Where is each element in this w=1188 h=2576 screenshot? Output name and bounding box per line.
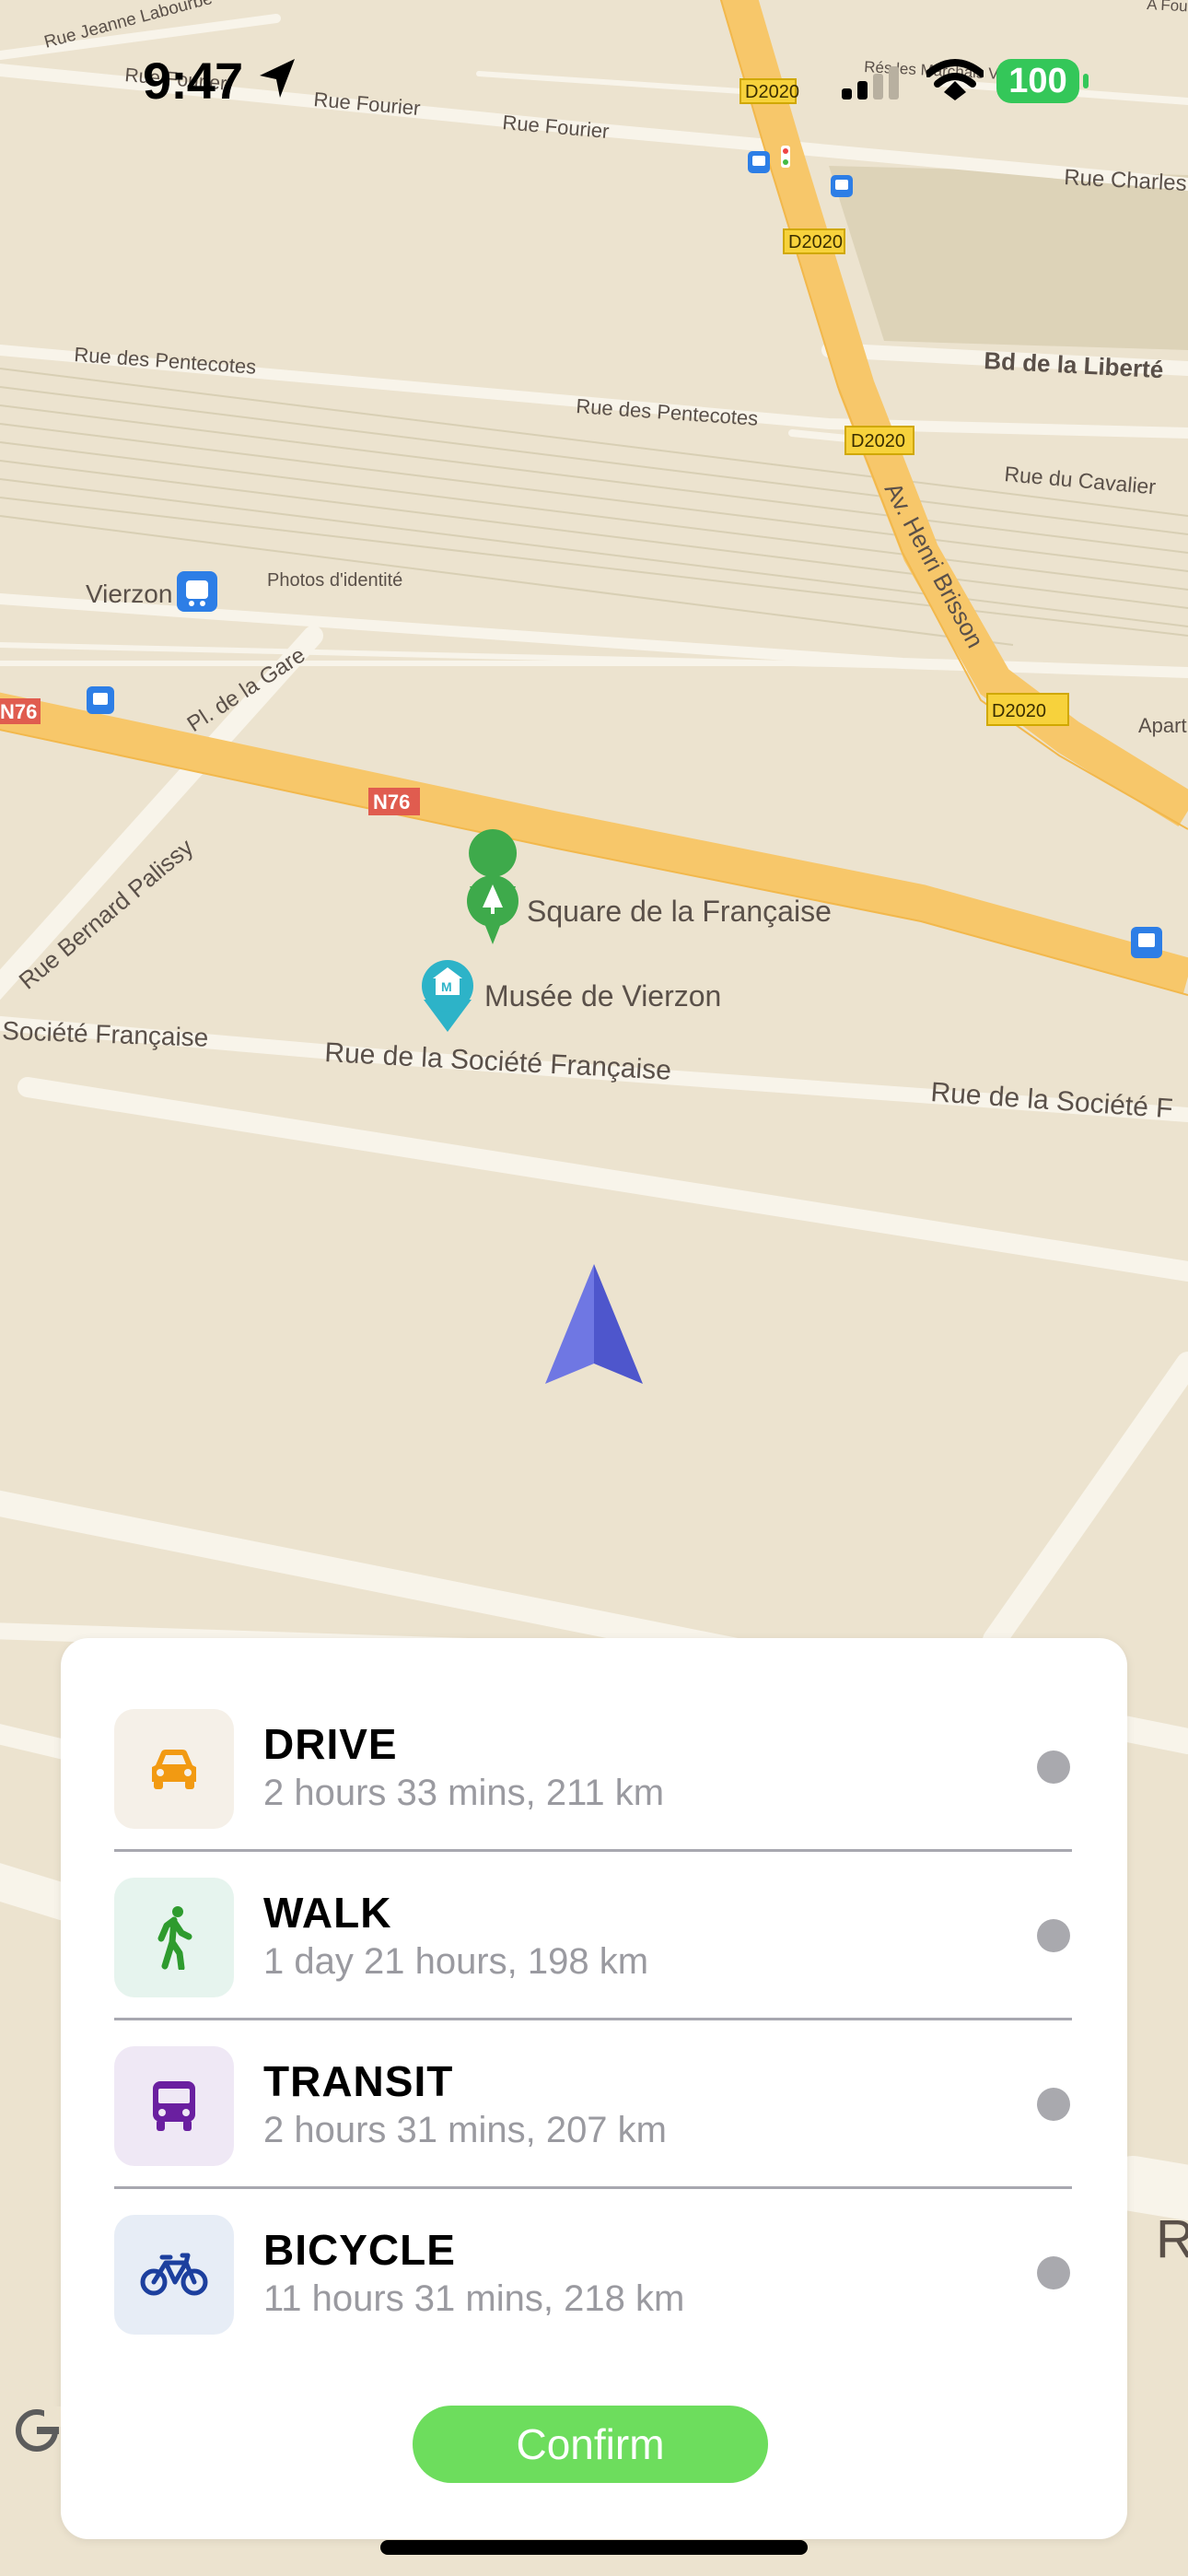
place-label-square[interactable]: Square de la Française (527, 895, 832, 928)
route-radio-button[interactable] (1037, 2256, 1070, 2289)
road-sign-d2020: D2020 (844, 426, 914, 455)
bus-stop-icon[interactable] (831, 175, 853, 197)
route-option-transit[interactable]: TRANSIT 2 hours 31 mins, 207 km (114, 2021, 1072, 2189)
road-sign-d2020: D2020 (783, 228, 845, 254)
cellular-signal-icon (842, 66, 899, 100)
route-radio-button[interactable] (1037, 1919, 1070, 1952)
road-sign-n76: N76 (368, 788, 420, 815)
route-details: 2 hours 31 mins, 207 km (263, 2110, 667, 2150)
svg-text:D2020: D2020 (788, 232, 843, 252)
row-divider (114, 2018, 1072, 2020)
route-mode-label: WALK (263, 1889, 392, 1937)
svg-text:N76: N76 (0, 700, 37, 723)
place-label-musee[interactable]: Musée de Vierzon (484, 979, 721, 1013)
route-details: 11 hours 31 mins, 218 km (263, 2278, 685, 2319)
route-mode-label: BICYCLE (263, 2226, 456, 2274)
route-option-drive[interactable]: DRIVE 2 hours 33 mins, 211 km (114, 1684, 1072, 1852)
street-label: R (1156, 2209, 1188, 2269)
status-time: 9:47 (143, 52, 243, 110)
location-arrow-icon (260, 59, 295, 98)
place-label-photos[interactable]: Photos d'identité (267, 570, 402, 591)
battery-icon: 100 (996, 59, 1079, 103)
route-option-walk[interactable]: WALK 1 day 21 hours, 198 km (114, 1853, 1072, 2020)
bus-stop-icon[interactable] (1131, 927, 1162, 958)
road-sign-n76: N76 (0, 698, 41, 724)
bus-stop-icon[interactable] (87, 686, 114, 714)
route-radio-button[interactable] (1037, 2088, 1070, 2121)
route-radio-button[interactable] (1037, 1751, 1070, 1784)
bus-icon (114, 2046, 234, 2166)
car-icon (114, 1709, 234, 1829)
home-indicator[interactable] (380, 2540, 808, 2555)
battery-tip (1083, 74, 1089, 88)
route-mode-label: DRIVE (263, 1720, 398, 1768)
confirm-button[interactable]: Confirm (413, 2406, 768, 2483)
train-station-icon[interactable] (177, 571, 217, 612)
status-bar: 9:47 100 (0, 0, 1188, 157)
svg-text:D2020: D2020 (992, 701, 1046, 721)
place-label-vierzon[interactable]: Vierzon (86, 580, 172, 608)
route-details: 1 day 21 hours, 198 km (263, 1941, 649, 1982)
user-location-arrow-icon (545, 1264, 643, 1384)
route-option-bicycle[interactable]: BICYCLE 11 hours 31 mins, 218 km (114, 2190, 1072, 2358)
row-divider (114, 1849, 1072, 1852)
row-divider (114, 2186, 1072, 2189)
route-options-panel: DRIVE 2 hours 33 mins, 211 km WALK 1 day 21… (61, 1638, 1127, 2539)
google-logo-icon (16, 2406, 61, 2452)
bicycle-icon (114, 2215, 234, 2335)
walking-person-icon (114, 1878, 234, 1997)
road-sign-d2020: D2020 (986, 693, 1069, 726)
svg-text:N76: N76 (373, 790, 410, 814)
svg-text:D2020: D2020 (851, 431, 905, 451)
svg-text:M: M (441, 979, 452, 994)
wifi-icon (926, 59, 984, 100)
street-label: Apart (1138, 714, 1187, 737)
route-mode-label: TRANSIT (263, 2057, 454, 2105)
route-details: 2 hours 33 mins, 211 km (263, 1773, 665, 1813)
